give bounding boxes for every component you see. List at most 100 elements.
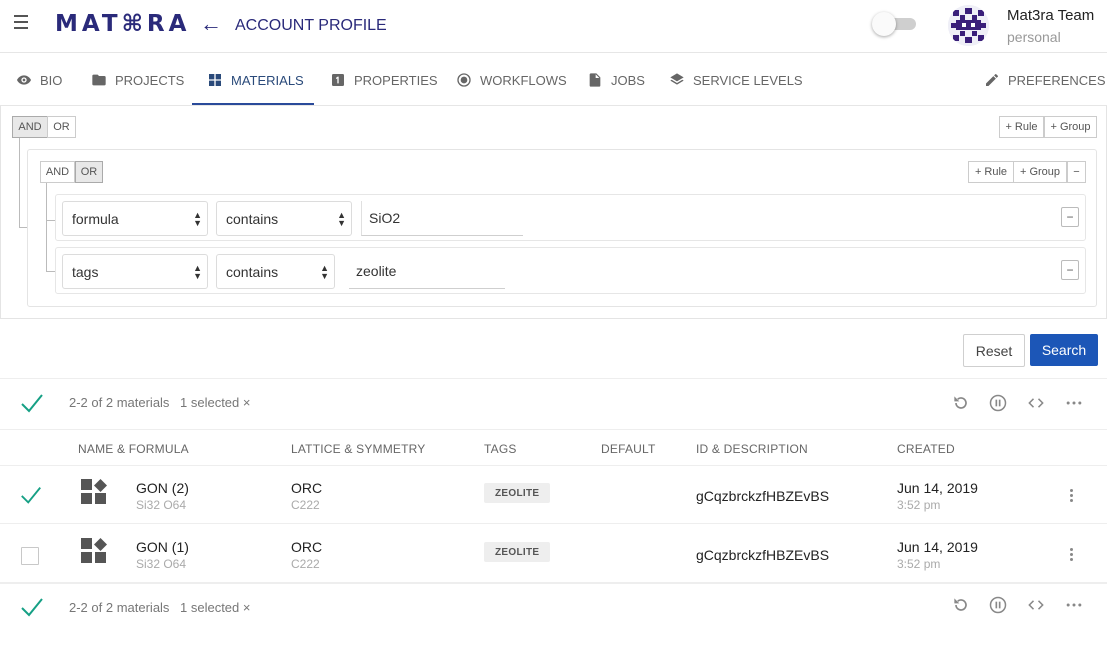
active-tab-indicator xyxy=(192,103,314,105)
tag-chip[interactable]: ZEOLITE xyxy=(484,483,551,503)
row-menu-icon[interactable] xyxy=(1062,543,1080,565)
more-horizontal-icon[interactable] xyxy=(1062,391,1086,415)
symmetry: C222 xyxy=(291,498,320,512)
radio-button-icon xyxy=(457,73,471,87)
query-rule: formula ▲ ▼ contains ▲ ▼ SiO2 − xyxy=(55,194,1086,241)
created-date: Jun 14, 2019 xyxy=(897,480,978,496)
select-all-check-icon[interactable] xyxy=(19,594,45,620)
table-row[interactable]: GON (1) Si32 O64 ORC C222 ZEOLITE gCqzbr… xyxy=(0,525,1107,583)
inner-or-button[interactable]: OR xyxy=(75,161,103,183)
lattice-type: ORC xyxy=(291,480,323,496)
selected-count[interactable]: 1 selected × xyxy=(180,395,250,410)
number-one-icon xyxy=(332,74,344,86)
table-footer-toolbar: 2-2 of 2 materials 1 selected × xyxy=(0,583,1107,624)
table-header: NAME & FORMULA LATTICE & SYMMETRY TAGS D… xyxy=(0,429,1107,466)
tab-materials[interactable]: MATERIALS xyxy=(207,54,304,106)
tab-preferences[interactable]: PREFERENCES xyxy=(984,54,1106,106)
outer-add-rule-button[interactable]: + Rule xyxy=(999,116,1044,138)
page-title: ACCOUNT PROFILE xyxy=(235,17,387,34)
remove-group-button[interactable]: − xyxy=(1067,161,1086,183)
value-input[interactable]: zeolite xyxy=(349,254,505,289)
dashboard-icon xyxy=(209,74,221,86)
file-icon xyxy=(589,73,601,87)
material-name[interactable]: GON (2) xyxy=(136,480,189,496)
outer-and-button[interactable]: AND xyxy=(12,116,48,138)
query-rule: tags ▲ ▼ contains ▲ ▼ zeolite − xyxy=(55,247,1086,294)
inner-add-group-button[interactable]: + Group xyxy=(1013,161,1067,183)
row-checkbox[interactable] xyxy=(21,547,39,565)
material-id: gCqzbrckzfHBZEvBS xyxy=(696,488,830,504)
reset-button[interactable]: Reset xyxy=(963,334,1025,367)
more-horizontal-icon[interactable] xyxy=(1062,593,1086,617)
symmetry: C222 xyxy=(291,557,320,571)
material-formula: Si32 O64 xyxy=(136,498,187,512)
material-icon xyxy=(81,538,107,563)
tag-chip[interactable]: ZEOLITE xyxy=(484,542,551,562)
tab-workflows[interactable]: WORKFLOWS xyxy=(456,54,567,106)
pause-icon[interactable] xyxy=(986,391,1010,415)
operator-select[interactable]: contains ▲ ▼ xyxy=(216,201,352,236)
app-logo[interactable]: MAT⌘RA xyxy=(55,11,190,37)
selected-count[interactable]: 1 selected × xyxy=(180,600,250,615)
pause-icon[interactable] xyxy=(986,593,1010,617)
operator-select[interactable]: contains ▲ ▼ xyxy=(216,254,335,289)
code-icon[interactable] xyxy=(1024,391,1048,415)
results-count: 2-2 of 2 materials xyxy=(69,600,170,615)
tab-label: WORKFLOWS xyxy=(480,72,567,88)
select-arrows-icon: ▲ ▼ xyxy=(193,210,202,228)
row-menu-icon[interactable] xyxy=(1062,484,1080,506)
column-header-default[interactable]: DEFAULT xyxy=(601,442,656,456)
tab-projects[interactable]: PROJECTS xyxy=(91,54,184,106)
query-builder: AND OR + Rule + Group AND OR + Rule + Gr… xyxy=(0,106,1107,319)
table-row[interactable]: GON (2) Si32 O64 ORC C222 ZEOLITE gCqzbr… xyxy=(0,466,1107,524)
outer-or-button[interactable]: OR xyxy=(47,116,76,138)
remove-rule-button[interactable]: − xyxy=(1061,260,1079,280)
refresh-icon[interactable] xyxy=(949,593,973,617)
table-toolbar: 2-2 of 2 materials 1 selected × xyxy=(0,378,1107,426)
inner-and-button[interactable]: AND xyxy=(40,161,75,183)
created-time: 3:52 pm xyxy=(897,557,941,571)
select-all-check-icon[interactable] xyxy=(19,390,45,416)
tab-label: PROJECTS xyxy=(115,72,185,88)
folder-icon xyxy=(92,74,106,86)
back-arrow-icon[interactable]: ← xyxy=(200,12,222,36)
tab-label: PREFERENCES xyxy=(1008,72,1106,88)
layers-icon xyxy=(670,73,684,85)
tab-bio[interactable]: BIO xyxy=(16,54,62,106)
column-header-id[interactable]: ID & DESCRIPTION xyxy=(696,442,808,456)
app-header: MAT⌘RA ← ACCOUNT PROFILE Mat3ra Team per… xyxy=(0,0,1107,53)
inner-add-rule-button[interactable]: + Rule xyxy=(968,161,1014,183)
code-icon[interactable] xyxy=(1024,593,1048,617)
field-select[interactable]: tags ▲ ▼ xyxy=(62,254,208,289)
field-select[interactable]: formula ▲ ▼ xyxy=(62,201,208,236)
select-arrows-icon: ▲ ▼ xyxy=(320,263,329,281)
tab-jobs[interactable]: JOBS xyxy=(587,54,645,106)
tab-label: MATERIALS xyxy=(231,72,304,88)
results-count: 2-2 of 2 materials xyxy=(69,395,170,410)
tab-label: PROPERTIES xyxy=(354,72,438,88)
user-name[interactable]: Mat3ra Team xyxy=(1007,7,1094,24)
search-button[interactable]: Search xyxy=(1030,334,1098,366)
column-header-lattice[interactable]: LATTICE & SYMMETRY xyxy=(291,442,426,456)
refresh-icon[interactable] xyxy=(949,391,973,415)
material-id: gCqzbrckzfHBZEvBS xyxy=(696,547,830,563)
outer-add-group-button[interactable]: + Group xyxy=(1044,116,1097,138)
created-date: Jun 14, 2019 xyxy=(897,539,978,555)
column-header-created[interactable]: CREATED xyxy=(897,442,955,456)
operator-select-value: contains xyxy=(226,263,279,280)
remove-rule-button[interactable]: − xyxy=(1061,207,1079,227)
tab-properties[interactable]: PROPERTIES xyxy=(330,54,438,106)
material-name[interactable]: GON (1) xyxy=(136,539,189,555)
tab-service-levels[interactable]: SERVICE LEVELS xyxy=(669,54,803,106)
menu-icon[interactable] xyxy=(14,15,30,31)
row-checked-icon[interactable] xyxy=(19,483,43,507)
created-time: 3:52 pm xyxy=(897,498,941,512)
theme-toggle[interactable] xyxy=(872,12,916,36)
eye-icon xyxy=(17,75,31,85)
column-header-name[interactable]: NAME & FORMULA xyxy=(78,442,189,456)
column-header-tags[interactable]: TAGS xyxy=(484,442,517,456)
field-select-value: formula xyxy=(72,210,119,227)
tab-label: JOBS xyxy=(611,72,645,88)
value-input[interactable]: SiO2 xyxy=(361,201,523,236)
avatar[interactable] xyxy=(948,5,989,46)
